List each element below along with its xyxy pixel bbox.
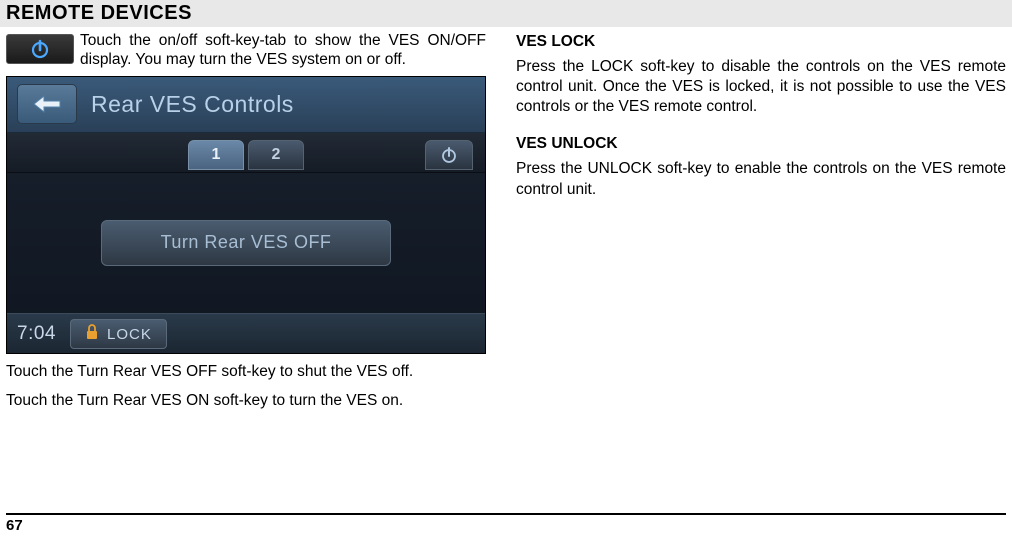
ves-unlock-heading: VES UNLOCK — [516, 135, 1006, 153]
turn-ves-off-button[interactable]: Turn Rear VES OFF — [101, 220, 391, 266]
ves-lock-section: VES LOCK Press the LOCK soft-key to disa… — [516, 33, 1006, 117]
clock-label: 7:04 — [17, 323, 56, 345]
lock-label: LOCK — [107, 326, 152, 343]
left-body-1: Touch the Turn Rear VES OFF soft-key to … — [6, 362, 486, 383]
left-column: Touch the on/off soft-key-tab to show th… — [6, 31, 486, 412]
power-tab[interactable] — [425, 140, 473, 170]
ves-lock-heading: VES LOCK — [516, 33, 1006, 51]
tab-2[interactable]: 2 — [248, 140, 304, 170]
screenshot-tabs: 1 2 — [7, 133, 485, 173]
ves-lock-text: Press the LOCK soft-key to disable the c… — [516, 57, 1006, 117]
content-area: Touch the on/off soft-key-tab to show th… — [0, 27, 1012, 412]
intro-text: Touch the on/off soft-key-tab to show th… — [80, 31, 486, 70]
page-heading: REMOTE DEVICES — [0, 0, 1012, 27]
screenshot-title: Rear VES Controls — [91, 91, 294, 118]
page-footer: 67 — [6, 513, 1006, 534]
ves-unlock-text: Press the UNLOCK soft-key to enable the … — [516, 159, 1006, 199]
page-number: 67 — [6, 517, 23, 534]
right-column: VES LOCK Press the LOCK soft-key to disa… — [516, 31, 1006, 412]
screenshot-main: Turn Rear VES OFF — [7, 173, 485, 313]
screenshot-header: Rear VES Controls — [7, 77, 485, 133]
left-body-2: Touch the Turn Rear VES ON soft-key to t… — [6, 391, 486, 412]
intro-row: Touch the on/off soft-key-tab to show th… — [6, 31, 486, 70]
lock-icon — [85, 324, 99, 344]
lock-button[interactable]: LOCK — [70, 319, 167, 349]
ves-screenshot: Rear VES Controls 1 2 Turn Rear VES OFF … — [6, 76, 486, 354]
tab-1[interactable]: 1 — [188, 140, 244, 170]
ves-unlock-section: VES UNLOCK Press the UNLOCK soft-key to … — [516, 135, 1006, 199]
power-icon — [6, 34, 74, 64]
back-button[interactable] — [17, 84, 77, 124]
screenshot-footer: 7:04 LOCK — [7, 313, 485, 354]
